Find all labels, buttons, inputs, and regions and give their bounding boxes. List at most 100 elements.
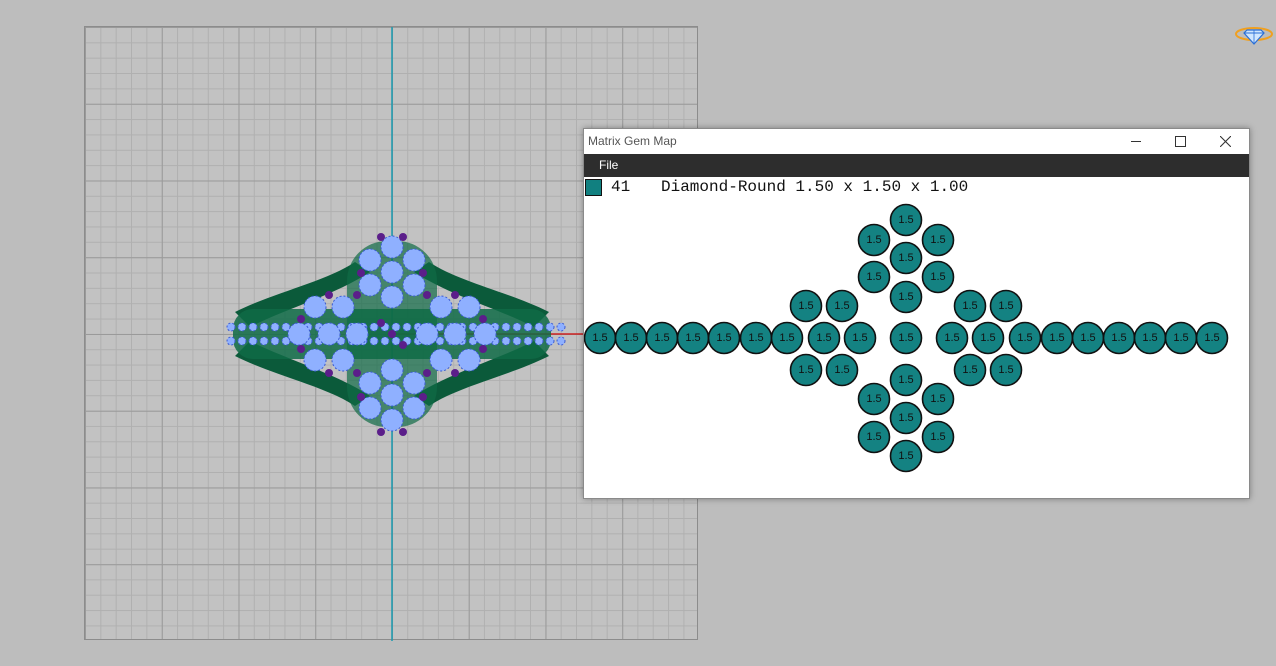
gem-marker[interactable]: 1.5 xyxy=(1133,321,1167,355)
gem-size-label: 1.5 xyxy=(866,431,881,443)
gem-size-label: 1.5 xyxy=(866,234,881,246)
ring-gem xyxy=(391,322,401,332)
ring-gem xyxy=(331,348,355,372)
gem-size-label: 1.5 xyxy=(962,300,977,312)
ring-gem xyxy=(534,322,544,332)
ring-gem xyxy=(399,233,407,241)
gem-size-label: 1.5 xyxy=(834,300,849,312)
gem-size-label: 1.5 xyxy=(962,364,977,376)
gem-size-label: 1.5 xyxy=(980,332,995,344)
gem-size-label: 1.5 xyxy=(930,393,945,405)
ring-gem xyxy=(237,322,247,332)
ring-gem xyxy=(479,315,487,323)
ring-gem xyxy=(317,322,341,346)
gem-marker[interactable]: 1.5 xyxy=(889,401,923,435)
gem-marker[interactable]: 1.5 xyxy=(584,321,617,355)
ring-gem xyxy=(380,285,404,309)
gem-marker[interactable]: 1.5 xyxy=(921,382,955,416)
ring-gem xyxy=(451,291,459,299)
gem-marker[interactable]: 1.5 xyxy=(857,223,891,257)
ring-gem xyxy=(297,315,305,323)
gem-size-label: 1.5 xyxy=(898,332,913,344)
gem-marker[interactable]: 1.5 xyxy=(921,223,955,257)
ring-gem xyxy=(281,336,291,346)
gem-map-window[interactable]: Matrix Gem Map File 41 Diamond-Round 1.5… xyxy=(583,128,1250,499)
gem-marker[interactable]: 1.5 xyxy=(989,353,1023,387)
ring-gem xyxy=(353,369,361,377)
gem-marker[interactable]: 1.5 xyxy=(921,420,955,454)
gem-marker[interactable]: 1.5 xyxy=(707,321,741,355)
ring-gem xyxy=(429,348,453,372)
ring-gem xyxy=(270,336,280,346)
ring-gem xyxy=(357,269,365,277)
gem-size-label: 1.5 xyxy=(1173,332,1188,344)
gem-marker[interactable]: 1.5 xyxy=(807,321,841,355)
gem-marker[interactable]: 1.5 xyxy=(1102,321,1136,355)
gem-marker[interactable]: 1.5 xyxy=(857,382,891,416)
ring-gem xyxy=(248,336,258,346)
gem-size-label: 1.5 xyxy=(798,364,813,376)
gem-marker[interactable]: 1.5 xyxy=(825,289,859,323)
gem-marker[interactable]: 1.5 xyxy=(889,280,923,314)
gem-size-label: 1.5 xyxy=(852,332,867,344)
gem-marker[interactable]: 1.5 xyxy=(770,321,804,355)
gem-marker[interactable]: 1.5 xyxy=(921,260,955,294)
gem-marker[interactable]: 1.5 xyxy=(889,363,923,397)
gem-marker[interactable]: 1.5 xyxy=(889,321,923,355)
gem-marker[interactable]: 1.5 xyxy=(676,321,710,355)
ring-gem xyxy=(402,273,426,297)
ring-gem xyxy=(457,348,481,372)
ring-gem xyxy=(248,322,258,332)
gem-marker[interactable]: 1.5 xyxy=(1164,321,1198,355)
gem-size-label: 1.5 xyxy=(716,332,731,344)
ring-gem xyxy=(423,369,431,377)
gem-marker[interactable]: 1.5 xyxy=(953,289,987,323)
gem-marker[interactable]: 1.5 xyxy=(1040,321,1074,355)
ring-gem xyxy=(377,319,385,327)
gem-marker[interactable]: 1.5 xyxy=(971,321,1005,355)
gem-marker[interactable]: 1.5 xyxy=(825,353,859,387)
gem-marker[interactable]: 1.5 xyxy=(889,203,923,237)
ring-gem xyxy=(303,348,327,372)
gem-marker[interactable]: 1.5 xyxy=(935,321,969,355)
ring-gem xyxy=(357,393,365,401)
gem-marker[interactable]: 1.5 xyxy=(843,321,877,355)
ring-gem xyxy=(429,295,453,319)
gem-marker[interactable]: 1.5 xyxy=(857,260,891,294)
ring-gem xyxy=(380,408,404,432)
gem-size-label: 1.5 xyxy=(898,374,913,386)
gem-marker[interactable]: 1.5 xyxy=(889,241,923,275)
ring-gem xyxy=(380,358,404,382)
gem-marker[interactable]: 1.5 xyxy=(1071,321,1105,355)
gem-marker[interactable]: 1.5 xyxy=(989,289,1023,323)
ring-gem xyxy=(419,269,427,277)
ring-gem xyxy=(556,336,566,346)
gem-size-label: 1.5 xyxy=(654,332,669,344)
gem-marker[interactable]: 1.5 xyxy=(789,289,823,323)
ring-gem xyxy=(512,336,522,346)
ring-gem xyxy=(369,322,379,332)
ring-gem xyxy=(226,322,236,332)
gem-marker[interactable]: 1.5 xyxy=(1195,321,1229,355)
gem-marker[interactable]: 1.5 xyxy=(889,439,923,473)
gem-marker[interactable]: 1.5 xyxy=(1008,321,1042,355)
diamond-logo-icon[interactable] xyxy=(1234,22,1274,46)
gem-marker[interactable]: 1.5 xyxy=(857,420,891,454)
ring-gem xyxy=(388,330,396,338)
gem-marker[interactable]: 1.5 xyxy=(645,321,679,355)
ring-gem xyxy=(353,291,361,299)
gem-marker[interactable]: 1.5 xyxy=(614,321,648,355)
gem-size-label: 1.5 xyxy=(1111,332,1126,344)
gem-size-label: 1.5 xyxy=(898,214,913,226)
ring-gem xyxy=(325,369,333,377)
gem-size-label: 1.5 xyxy=(816,332,831,344)
ring-gem xyxy=(369,336,379,346)
gem-size-label: 1.5 xyxy=(998,300,1013,312)
ring-gem xyxy=(377,428,385,436)
ring-gem xyxy=(391,336,401,346)
ring-gem xyxy=(303,295,327,319)
ring-gem xyxy=(523,336,533,346)
gem-marker[interactable]: 1.5 xyxy=(953,353,987,387)
gem-marker[interactable]: 1.5 xyxy=(789,353,823,387)
gem-marker[interactable]: 1.5 xyxy=(739,321,773,355)
